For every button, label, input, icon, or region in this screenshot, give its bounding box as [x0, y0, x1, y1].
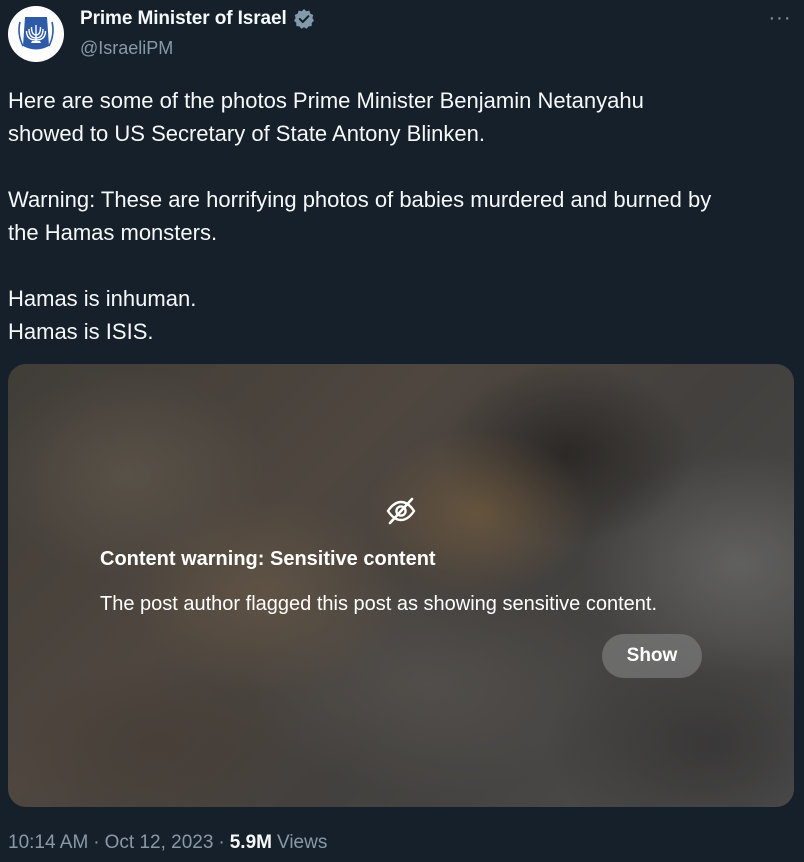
tweet-text-line: Here are some of the photos Prime Minist…	[8, 88, 644, 113]
tweet-text: Here are some of the photos Prime Minist…	[8, 84, 798, 348]
content-warning-title: Content warning: Sensitive content	[100, 548, 436, 570]
more-icon: ···	[768, 7, 792, 29]
more-options-button[interactable]: ···	[768, 8, 792, 28]
tweet-text-line: Warning: These are horrifying photos of …	[8, 187, 712, 212]
verified-badge-icon[interactable]	[293, 8, 315, 30]
views-label: Views	[276, 832, 328, 853]
views-count: 5.9M	[229, 832, 272, 853]
author-avatar[interactable]	[8, 6, 64, 62]
author-display-name[interactable]: Prime Minister of Israel	[80, 8, 287, 30]
tweet-text-line: the Hamas monsters.	[8, 220, 218, 245]
show-media-button[interactable]: Show	[602, 634, 702, 678]
tweet-text-line: Hamas is ISIS.	[8, 319, 154, 344]
tweet-text-line: Hamas is inhuman.	[8, 286, 197, 311]
tweet: Prime Minister of Israel @IsraeliPM ··· …	[0, 0, 804, 862]
meta-separator: ·	[93, 832, 100, 853]
meta-separator: ·	[218, 832, 225, 853]
sensitive-media[interactable]: Content warning: Sensitive content The p…	[8, 364, 794, 807]
menorah-emblem-icon	[11, 9, 61, 59]
tweet-meta: 10:14 AM · Oct 12, 2023 · 5.9M Views	[8, 832, 327, 854]
tweet-time[interactable]: 10:14 AM	[8, 832, 88, 854]
tweet-text-line: showed to US Secretary of State Antony B…	[8, 121, 485, 146]
content-warning-description: The post author flagged this post as sho…	[100, 593, 658, 615]
eye-slash-icon	[386, 497, 416, 525]
tweet-date[interactable]: Oct 12, 2023	[105, 832, 214, 854]
author-name-row: Prime Minister of Israel	[80, 8, 315, 30]
author-handle[interactable]: @IsraeliPM	[80, 38, 173, 59]
